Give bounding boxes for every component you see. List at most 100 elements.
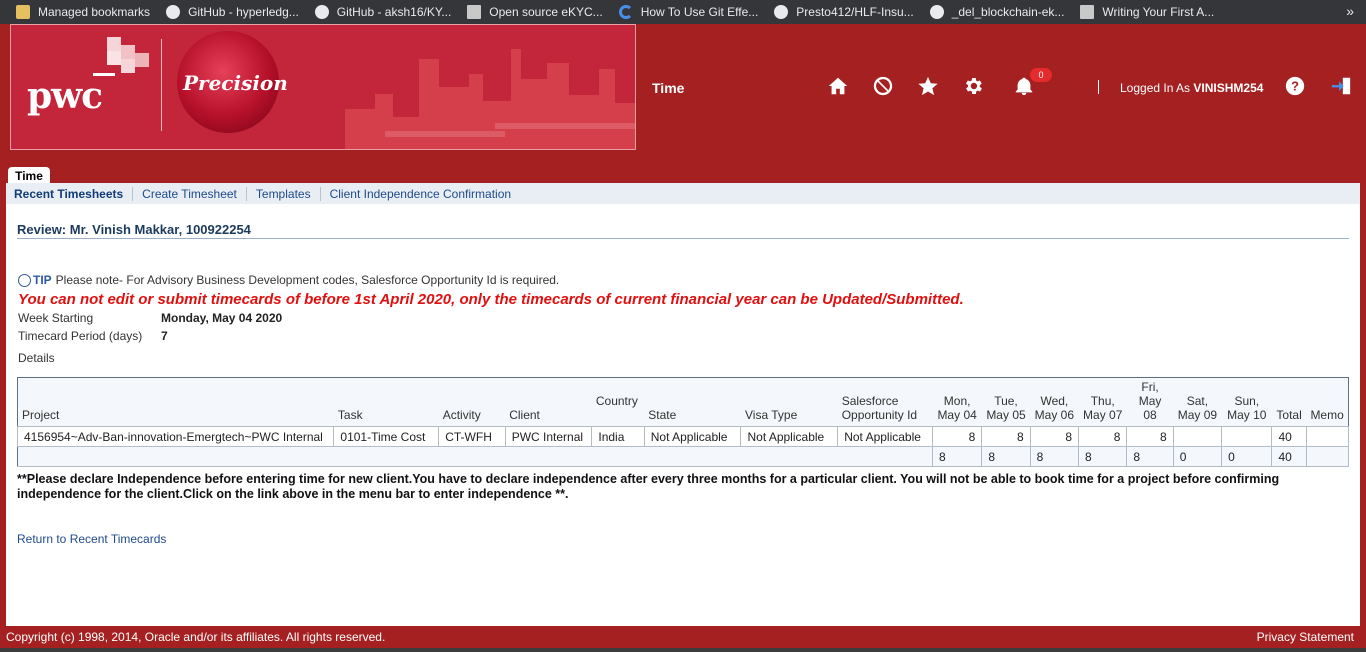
timecard-period-value: 7	[161, 329, 168, 343]
total-wed: 8	[1029, 446, 1080, 467]
github-icon	[166, 5, 181, 19]
app-title: Time	[652, 80, 685, 96]
github-icon	[929, 5, 944, 19]
cell-hours-sun	[1221, 426, 1273, 447]
col-day-wed: Wed, May 06	[1030, 377, 1079, 427]
col-project: Project	[17, 377, 334, 427]
bookmark-del-blockchain[interactable]: _del_blockchain-ek...	[929, 0, 1064, 24]
header-separator	[1098, 80, 1099, 94]
total-mon: 8	[931, 446, 983, 467]
logo-divider	[161, 39, 162, 131]
help-icon[interactable]: ?	[1283, 74, 1307, 98]
cell-hours-sat	[1172, 426, 1223, 447]
col-day-tue: Tue, May 05	[981, 377, 1031, 427]
cell-client: PWC Internal	[504, 426, 593, 447]
warning-message: You can not edit or submit timecards of …	[18, 291, 964, 308]
favorites-star-icon[interactable]	[916, 74, 940, 98]
independence-notice: **Please declare Independence before ent…	[17, 472, 1280, 501]
col-task: Task	[333, 377, 439, 427]
col-activity: Activity	[438, 377, 506, 427]
total-sat: 0	[1172, 446, 1223, 467]
bookmark-writing-first[interactable]: Writing Your First A...	[1080, 0, 1214, 24]
settings-gear-icon[interactable]	[961, 74, 985, 98]
cell-hours-thu: 8	[1078, 426, 1128, 447]
col-country: Country	[591, 377, 645, 427]
home-icon[interactable]	[826, 74, 850, 98]
cell-hours-fri: 8	[1126, 426, 1174, 447]
timecard-period-label: Timecard Period (days)	[18, 329, 143, 343]
pwc-logo: pwc	[27, 75, 103, 117]
total-tue: 8	[981, 446, 1031, 467]
pwc-precision-banner: pwc Precision	[10, 24, 636, 150]
cell-salesforce-id: Not Applicable	[837, 426, 933, 447]
cell-hours-tue: 8	[981, 426, 1031, 447]
total-memo	[1305, 446, 1350, 467]
cell-hours-wed: 8	[1029, 426, 1080, 447]
bookmark-open-source-ekyc[interactable]: Open source eKYC...	[467, 0, 603, 24]
privacy-statement-link[interactable]: Privacy Statement	[1257, 630, 1354, 644]
table-row: 4156954~Adv-Ban-innovation-Emergtech~PWC…	[16, 426, 1350, 447]
cell-row-total: 40	[1271, 426, 1307, 447]
bottom-edge	[0, 648, 1366, 652]
week-starting-value: Monday, May 04 2020	[161, 311, 283, 325]
return-to-recent-timecards-link[interactable]: Return to Recent Timecards	[17, 532, 166, 546]
col-salesforce-opportunity-id: Salesforce Opportunity Id	[837, 377, 933, 427]
nav-recent-timesheets[interactable]: Recent Timesheets	[14, 187, 132, 201]
bookmarks-overflow-button[interactable]: »	[1346, 0, 1354, 22]
nav-create-timesheet[interactable]: Create Timesheet	[132, 186, 246, 201]
totals-row: 8 8 8 8 8 0 0 40	[17, 446, 1350, 467]
cell-state: Not Applicable	[643, 426, 742, 447]
tip-label: TIP	[33, 273, 52, 287]
main-content: Review: Mr. Vinish Makkar, 100922254 TIP…	[6, 204, 1360, 626]
col-client: Client	[505, 377, 592, 427]
cell-project: 4156954~Adv-Ban-innovation-Emergtech~PWC…	[16, 426, 335, 447]
notification-count-badge: 0	[1030, 68, 1052, 82]
cell-visa-type: Not Applicable	[740, 426, 839, 447]
nav-templates[interactable]: Templates	[245, 186, 320, 201]
tab-time[interactable]: Time	[8, 167, 50, 184]
sub-navigation: Recent Timesheets Create Timesheet Templ…	[6, 183, 1360, 204]
doc-icon	[1080, 5, 1095, 19]
bookmark-managed[interactable]: Managed bookmarks	[16, 0, 150, 24]
cell-activity: CT-WFH	[438, 426, 506, 447]
nav-client-independence[interactable]: Client Independence Confirmation	[319, 186, 520, 201]
tip-text: Please note- For Advisory Business Devel…	[55, 273, 560, 287]
col-day-fri: Fri, May 08	[1126, 377, 1174, 427]
col-day-mon: Mon, May 04	[932, 377, 982, 427]
page-title: Review: Mr. Vinish Makkar, 100922254	[17, 222, 251, 237]
table-header-row: Project Task Activity Client Country Sta…	[17, 377, 1349, 427]
col-day-sun: Sun, May 10	[1221, 377, 1272, 427]
cell-memo	[1305, 426, 1350, 447]
cell-hours-mon: 8	[931, 426, 983, 447]
title-divider	[17, 238, 1349, 239]
no-entry-icon[interactable]	[871, 74, 895, 98]
total-thu: 8	[1078, 446, 1128, 467]
col-day-thu: Thu, May 07	[1078, 377, 1127, 427]
username: VINISHM254	[1193, 81, 1264, 95]
github-icon	[314, 5, 329, 19]
total-sun: 0	[1221, 446, 1273, 467]
col-visa-type: Visa Type	[740, 377, 838, 427]
totals-spacer	[17, 446, 933, 467]
timecard-table: Project Task Activity Client Country Sta…	[16, 377, 1350, 467]
cell-task: 0101-Time Cost	[333, 426, 440, 447]
copyright-text: Copyright (c) 1998, 2014, Oracle and/or …	[6, 630, 386, 644]
col-memo: Memo	[1306, 377, 1349, 427]
doc-icon	[467, 5, 482, 19]
bookmark-presto412[interactable]: Presto412/HLF-Insu...	[774, 0, 914, 24]
bookmark-github-hyperledger[interactable]: GitHub - hyperledg...	[166, 0, 299, 24]
col-total: Total	[1271, 377, 1307, 427]
logout-icon[interactable]	[1329, 74, 1353, 98]
bookmark-github-aksh16[interactable]: GitHub - aksh16/KY...	[314, 0, 451, 24]
tip-message: TIP Please note- For Advisory Business D…	[18, 273, 559, 287]
bookmark-how-to-use-git[interactable]: How To Use Git Effe...	[618, 0, 758, 24]
details-label: Details	[18, 351, 55, 365]
col-day-sat: Sat, May 09	[1173, 377, 1222, 427]
tip-check-icon	[18, 273, 31, 287]
github-icon	[774, 5, 789, 19]
bookmarks-bar: Managed bookmarks GitHub - hyperledg... …	[0, 0, 1366, 24]
week-starting-label: Week Starting	[18, 311, 94, 325]
grand-total: 40	[1271, 446, 1307, 467]
svg-text:?: ?	[1291, 79, 1299, 94]
cell-country: India	[591, 426, 645, 447]
